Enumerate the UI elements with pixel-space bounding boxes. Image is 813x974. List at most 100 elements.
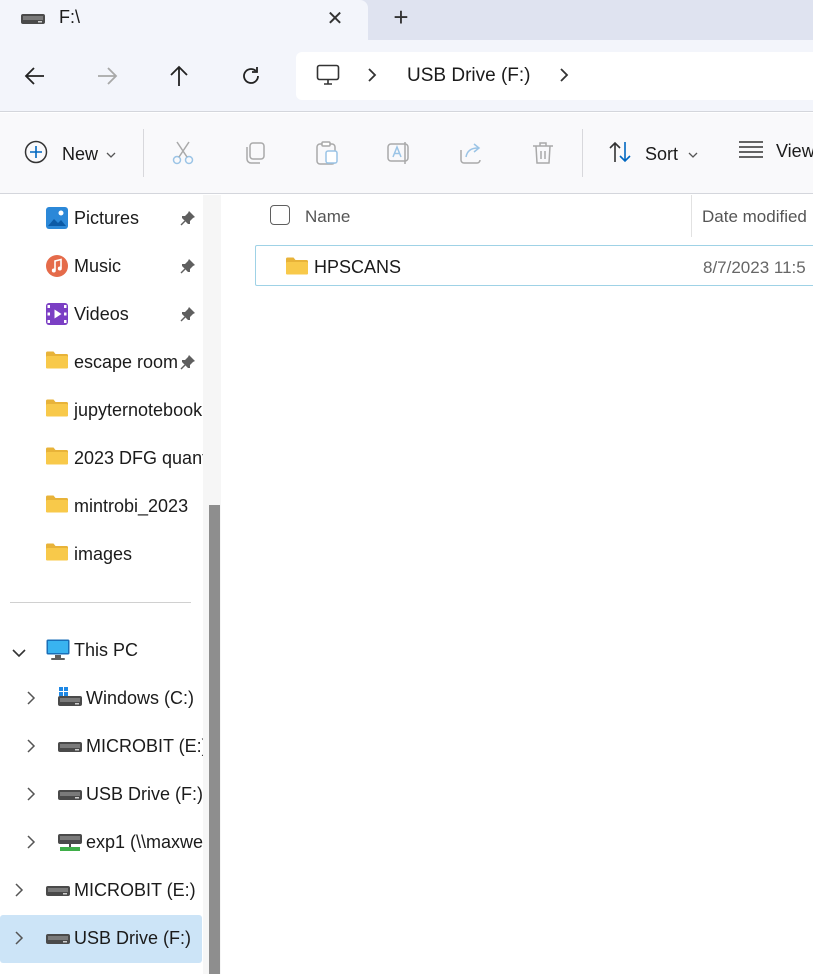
view-button[interactable]: View xyxy=(738,140,813,163)
paste-icon[interactable] xyxy=(314,140,340,166)
folder-icon xyxy=(46,495,68,518)
sidebar-item-usb-drive-f-root[interactable]: USB Drive (F:) xyxy=(0,915,202,963)
videos-icon xyxy=(46,303,68,330)
command-bar: New Sort View xyxy=(0,113,813,194)
sidebar-item-videos[interactable]: Videos xyxy=(0,291,202,339)
chevron-right-icon[interactable] xyxy=(366,67,378,88)
share-icon[interactable] xyxy=(458,140,484,166)
drive-icon xyxy=(58,788,82,806)
delete-icon[interactable] xyxy=(530,140,556,166)
sidebar-divider xyxy=(10,602,191,603)
chevron-right-icon[interactable] xyxy=(14,883,24,902)
pictures-icon xyxy=(46,207,68,234)
back-arrow-icon[interactable] xyxy=(23,64,47,88)
sidebar-item-label: exp1 (\\maxwe xyxy=(86,832,204,852)
chevron-right-icon[interactable] xyxy=(26,835,36,854)
sidebar-item-label: This PC xyxy=(74,640,139,660)
forward-arrow-icon[interactable] xyxy=(95,64,119,88)
sort-button-label: Sort xyxy=(645,144,679,164)
sidebar-item-label: images xyxy=(74,544,133,564)
sidebar-item-label: Music xyxy=(74,256,122,276)
drive-icon xyxy=(58,740,82,758)
sidebar-item-pictures[interactable]: Pictures xyxy=(0,195,202,243)
select-all-checkbox[interactable] xyxy=(270,205,290,225)
plus-circle-icon xyxy=(24,140,48,169)
sidebar-item-label: MICROBIT (E:) xyxy=(74,880,196,900)
sidebar-item-2023-dfg-quant[interactable]: 2023 DFG quant xyxy=(0,435,207,483)
chevron-right-icon[interactable] xyxy=(14,931,24,950)
this-pc-icon[interactable] xyxy=(316,64,340,91)
sidebar-item-escape-room[interactable]: escape room xyxy=(0,339,202,387)
sidebar-item-label: Videos xyxy=(74,304,129,324)
sidebar-item-mintrobi-2023[interactable]: mintrobi_2023 xyxy=(0,483,202,531)
sidebar-item-jupyternotebook[interactable]: jupyternotebook xyxy=(0,387,202,435)
folder-icon xyxy=(46,351,68,374)
sidebar-item-label: jupyternotebook xyxy=(74,400,203,420)
sidebar-item-label: escape room xyxy=(74,352,179,372)
sidebar-item-label: mintrobi_2023 xyxy=(74,496,189,516)
rename-icon[interactable] xyxy=(386,140,412,166)
navigation-pane: Pictures Music Videos escape room jupyte… xyxy=(0,195,229,974)
new-button[interactable]: New xyxy=(24,140,116,169)
file-row[interactable]: HPSCANS 8/7/2023 11:5 xyxy=(255,245,813,286)
sidebar-item-label: Pictures xyxy=(74,208,140,228)
this-pc-icon xyxy=(46,639,70,666)
drive-icon xyxy=(46,884,70,902)
network-drive-icon xyxy=(58,834,82,857)
up-arrow-icon[interactable] xyxy=(167,64,191,88)
sidebar-item-label: USB Drive (F:) xyxy=(74,928,191,948)
copy-icon[interactable] xyxy=(242,140,268,166)
sidebar-item-music[interactable]: Music xyxy=(0,243,202,291)
windows-drive-icon xyxy=(58,687,82,712)
sidebar-item-microbit-e[interactable]: MICROBIT (E:) xyxy=(0,723,208,771)
drive-icon xyxy=(46,932,70,950)
sidebar-item-images[interactable]: images xyxy=(0,531,202,579)
sidebar-scrollbar-thumb[interactable] xyxy=(209,505,220,974)
toolbar-divider xyxy=(582,129,583,177)
navigation-bar: USB Drive (F:) xyxy=(0,40,813,112)
music-icon xyxy=(46,255,68,282)
address-bar[interactable]: USB Drive (F:) xyxy=(296,52,813,100)
sidebar-item-label: Windows (C:) xyxy=(86,688,195,708)
chevron-down-icon xyxy=(106,146,116,164)
sidebar-item-windows-c[interactable]: Windows (C:) xyxy=(0,675,202,723)
sort-arrows-icon xyxy=(607,140,633,169)
pin-icon[interactable] xyxy=(180,306,196,327)
sidebar-item-label: USB Drive (F:) xyxy=(86,784,203,804)
column-header-name[interactable]: Name xyxy=(305,207,350,227)
new-button-label: New xyxy=(62,144,99,164)
file-date-modified: 8/7/2023 11:5 xyxy=(703,258,806,277)
tab-active[interactable]: F:\ ✕ xyxy=(0,0,368,40)
folder-icon xyxy=(46,399,68,422)
view-button-label: View xyxy=(776,141,813,161)
cut-icon[interactable] xyxy=(170,140,196,166)
file-name: HPSCANS xyxy=(314,257,402,277)
column-header-date-modified[interactable]: Date modified xyxy=(702,207,807,227)
chevron-right-icon[interactable] xyxy=(26,787,36,806)
folder-icon xyxy=(46,447,68,470)
pin-icon[interactable] xyxy=(180,210,196,231)
sidebar-item-label: MICROBIT (E:) xyxy=(86,736,208,756)
chevron-right-icon[interactable] xyxy=(558,67,570,88)
file-list: Name Date modified HPSCANS 8/7/2023 11:5 xyxy=(229,195,813,974)
folder-icon xyxy=(46,543,68,566)
folder-icon xyxy=(286,257,308,280)
refresh-icon[interactable] xyxy=(239,64,263,88)
breadcrumb-item[interactable]: USB Drive (F:) xyxy=(407,65,531,87)
new-tab-icon[interactable]: + xyxy=(388,2,414,33)
sort-button[interactable]: Sort xyxy=(607,140,698,169)
chevron-right-icon[interactable] xyxy=(26,739,36,758)
sidebar-item-microbit-e-root[interactable]: MICROBIT (E:) xyxy=(0,867,202,915)
close-tab-icon[interactable]: ✕ xyxy=(325,6,345,31)
chevron-right-icon[interactable] xyxy=(26,691,36,710)
column-divider[interactable] xyxy=(691,195,692,237)
pin-icon[interactable] xyxy=(180,354,196,375)
tab-title: F:\ xyxy=(59,7,80,27)
drive-icon xyxy=(21,12,45,30)
sidebar-item-usb-drive-f[interactable]: USB Drive (F:) xyxy=(0,771,203,819)
chevron-down-icon[interactable] xyxy=(12,645,26,663)
sidebar-item-this-pc[interactable]: This PC xyxy=(0,627,202,675)
pin-icon[interactable] xyxy=(180,258,196,279)
view-list-icon xyxy=(738,140,764,163)
sidebar-item-network-exp1[interactable]: exp1 (\\maxwe xyxy=(0,819,204,867)
